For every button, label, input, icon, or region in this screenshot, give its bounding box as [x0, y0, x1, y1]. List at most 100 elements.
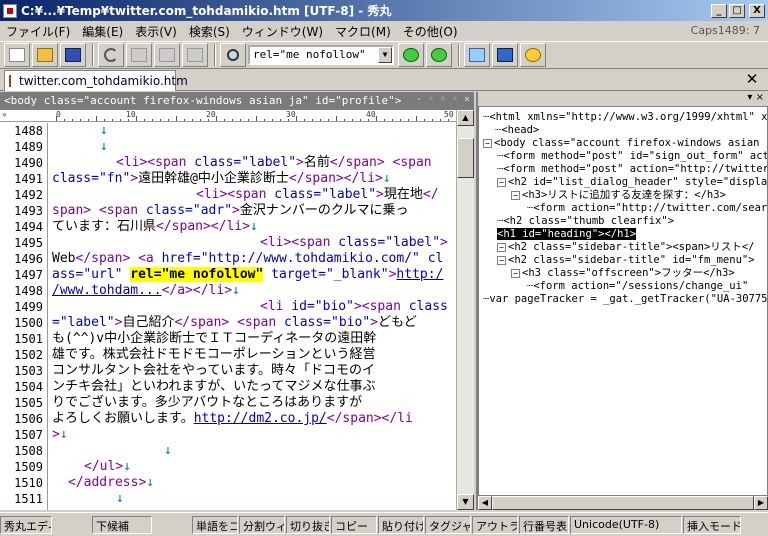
menu-file[interactable]: ファイル(F) — [0, 23, 76, 40]
tree-node-label: <h2 class="thumb clearfix"> — [503, 215, 675, 227]
ruler-tick — [72, 119, 73, 121]
status-cut[interactable]: 切り抜き — [286, 515, 330, 534]
tree-node-label: <h2 class="sidebar-title" id="fm_menu"> — [508, 254, 755, 266]
tree-node[interactable]: − <h2 class="sidebar-title" id="fm_menu"> — [497, 254, 755, 267]
line-number: 1499 — [14, 300, 43, 314]
ruler-tick — [280, 119, 281, 121]
ruler-tick — [88, 119, 89, 121]
status-outline[interactable]: アウトライン — [472, 515, 518, 534]
code-line: <li><span class="label"> — [260, 235, 448, 250]
tree-node-label: <h2 id="list_dialog_header" style="displ… — [508, 176, 768, 188]
collapse-icon[interactable]: − — [497, 242, 506, 252]
ruler-tick — [64, 119, 65, 121]
ruler-tick — [224, 119, 225, 121]
tree-node-label: var pageTracker = _gat._getTracker("UA-3… — [489, 293, 768, 305]
status-app[interactable]: 秀丸エディ — [0, 515, 52, 534]
vertical-scrollbar[interactable]: ▲ ▼ — [456, 110, 474, 510]
tree-node[interactable]: − <body class="account firefox-windows as… — [483, 137, 767, 150]
maximize-button[interactable]: □ — [729, 3, 745, 18]
status-line-number[interactable]: 行番号表 — [519, 515, 569, 534]
code-line: <li id="bio"><span class — [260, 299, 448, 314]
cut-button[interactable] — [154, 43, 180, 67]
split-button[interactable] — [492, 43, 518, 67]
collapse-icon[interactable]: − — [483, 138, 492, 148]
settings-button[interactable] — [520, 43, 546, 67]
new-file-button[interactable] — [4, 43, 30, 67]
horizontal-scrollbar[interactable]: ◀ ▶ — [478, 496, 768, 510]
menu-search[interactable]: 検索(S) — [183, 23, 236, 40]
collapse-icon[interactable]: − — [497, 255, 506, 265]
search-input[interactable]: rel="me nofollow" ▼ — [248, 45, 394, 65]
line-number: 1501 — [14, 332, 43, 346]
app-icon[interactable] — [3, 3, 17, 18]
undo-icon — [104, 48, 118, 62]
collapse-icon[interactable]: − — [497, 177, 506, 187]
paste-button[interactable] — [182, 43, 208, 67]
tree-node[interactable]: ┈<head> — [495, 124, 539, 137]
tree-node[interactable]: − <h3>リストに追加する友達を探す：</h3> — [511, 189, 726, 202]
tab-close-button[interactable]: ✕ — [744, 72, 760, 88]
status-encoding[interactable]: Unicode(UTF-8) — [570, 515, 682, 534]
menu-macro[interactable]: マクロ(M) — [329, 23, 397, 40]
tree-node[interactable]: − <h3 class="offscreen">フッター</h3> — [511, 267, 735, 280]
window-button[interactable] — [464, 43, 490, 67]
find-next-up-button[interactable] — [426, 43, 452, 67]
ruler-tick — [152, 119, 153, 121]
status-copy[interactable]: コピー — [331, 515, 377, 534]
find-next-up-icon — [431, 48, 447, 62]
line-number: 1497 — [14, 268, 43, 282]
outline-tree[interactable]: ┈<html xmlns="http://www.w3.org/1999/xht… — [478, 106, 768, 496]
tree-node[interactable]: − <h2 class="sidebar-title"><span>リスト</ — [497, 241, 754, 254]
outline-controls[interactable]: ▾ × — [747, 92, 764, 103]
ruler-tick — [56, 116, 57, 121]
status-word-copy[interactable]: 単語をコ — [192, 515, 238, 534]
tree-node-label: <form method="post" action="http://twitt… — [503, 163, 768, 175]
menu-window[interactable]: ウィンドウ(W) — [236, 23, 329, 40]
save-button[interactable] — [60, 43, 86, 67]
status-paste[interactable]: 貼り付け — [378, 515, 424, 534]
tree-node[interactable]: ┈<form action="http://twitter.com/sear — [527, 202, 767, 215]
close-button[interactable]: X — [749, 3, 765, 18]
minimize-button[interactable]: _ — [711, 3, 727, 18]
tree-node[interactable]: ┈var pageTracker = _gat._getTracker("UA-… — [483, 293, 767, 306]
tree-node[interactable]: ┈<form method="post" id="sign_out_form" … — [497, 150, 767, 163]
ruler-tick — [392, 119, 393, 121]
code-line: ンチキ会社」といわれますが、いたってマジメな仕事ぶ — [52, 379, 376, 394]
status-split-window[interactable]: 分割ウィ — [239, 515, 285, 534]
status-tag-jump[interactable]: タグジャンプ — [425, 515, 471, 534]
tree-node-selected[interactable]: <h1 id="heading"></h1> — [497, 228, 637, 241]
menu-edit[interactable]: 編集(E) — [76, 23, 129, 40]
collapse-icon[interactable]: − — [511, 268, 520, 278]
scroll-right-button[interactable]: ▶ — [754, 496, 768, 510]
tree-node[interactable]: ┈<form action="/sessions/change_ui" — [527, 280, 748, 293]
menu-view[interactable]: 表示(V) — [129, 23, 183, 40]
tree-node[interactable]: − <h2 id="list_dialog_header" style="disp… — [497, 176, 768, 189]
status-insert-mode[interactable]: 挿入モード — [683, 515, 741, 534]
search-button[interactable] — [220, 43, 246, 67]
title-bar[interactable]: C:¥...¥Temp¥twitter.com_tohdamikio.htm [… — [0, 0, 768, 21]
status-next-candidate[interactable]: 下候補 — [92, 515, 152, 534]
collapse-icon[interactable]: − — [511, 190, 520, 200]
copy-button[interactable] — [126, 43, 152, 67]
find-next-down-button[interactable] — [398, 43, 424, 67]
tab-file[interactable]: twitter.com_tohdamikio.htm — [4, 70, 188, 91]
ruler-tick — [264, 119, 265, 121]
tree-node[interactable]: ┈<h2 class="thumb clearfix"> — [497, 215, 674, 228]
tree-node-label: <h3>リストに追加する友達を探す：</h3> — [522, 189, 726, 201]
undo-button[interactable] — [98, 43, 124, 67]
scroll-left-button[interactable]: ◀ — [478, 496, 492, 510]
tree-node[interactable]: ┈<html xmlns="http://www.w3.org/1999/xht… — [483, 111, 767, 124]
menu-other[interactable]: その他(O) — [397, 23, 464, 40]
line-number: 1500 — [14, 316, 43, 330]
search-dropdown-button[interactable]: ▼ — [378, 47, 392, 63]
code-area[interactable]: ↓ ↓ <li><span class="label">名前</span> <s… — [52, 123, 456, 510]
open-button[interactable] — [32, 43, 58, 67]
scroll-down-button[interactable]: ▼ — [457, 494, 474, 510]
scroll-thumb[interactable] — [457, 138, 474, 178]
tree-node[interactable]: ┈<form method="post" action="http://twit… — [497, 163, 768, 176]
header-controls[interactable]: - ◦ ◦ ◦ × — [416, 94, 470, 105]
scroll-up-button[interactable]: ▲ — [457, 110, 474, 126]
scroll-thumb[interactable] — [492, 496, 754, 510]
editor-window: C:¥...¥Temp¥twitter.com_tohdamikio.htm [… — [0, 0, 768, 536]
status-bar: 秀丸エディ 下候補 単語をコ 分割ウィ 切り抜き コピー 貼り付け タグジャンプ… — [0, 512, 768, 536]
